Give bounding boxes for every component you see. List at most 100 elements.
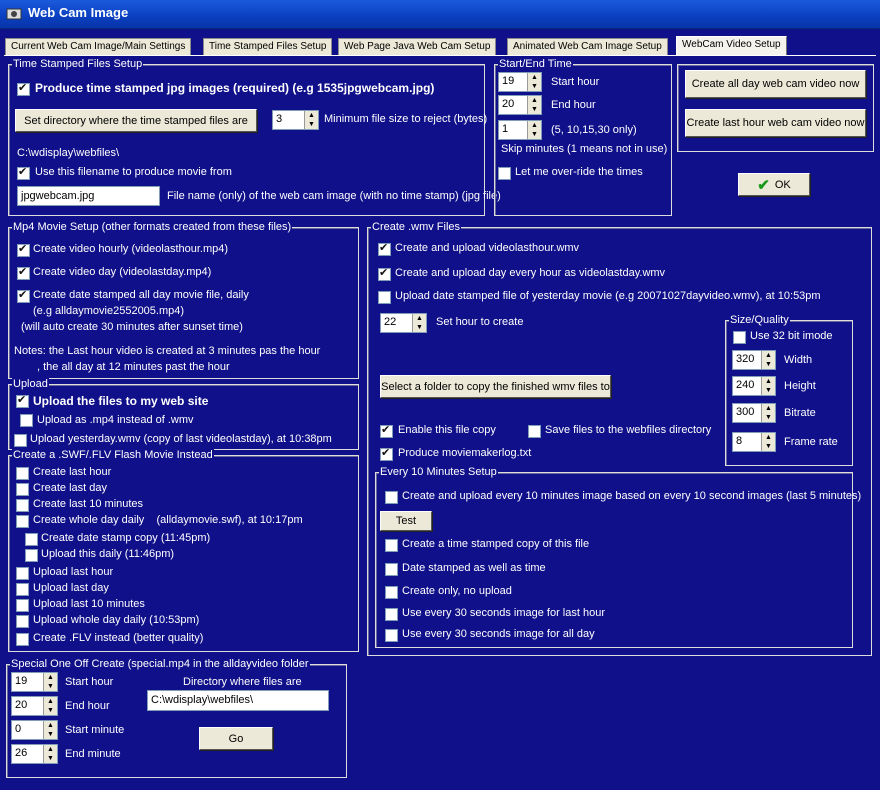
arrow-down-icon[interactable]: ▼ [528, 130, 541, 139]
wmv-yesterday-checkbox[interactable] [378, 291, 391, 304]
create-last-day-checkbox[interactable] [16, 483, 29, 496]
arrow-down-icon[interactable]: ▼ [762, 413, 775, 422]
upload-last-10-min-checkbox[interactable] [16, 599, 29, 612]
override-times-checkbox[interactable] [498, 167, 511, 180]
title-bar: Web Cam Image [0, 0, 880, 29]
upload-files-checkbox[interactable] [16, 393, 29, 408]
group-title: Create a .SWF/.FLV Flash Movie Instead [12, 449, 214, 461]
wmv-files-group: Create .wmv Files Create and upload vide… [367, 221, 872, 656]
create-date-stamp-copy-checkbox[interactable] [25, 533, 38, 546]
every-10-item-label: Create only, no upload [402, 585, 512, 597]
wmv-day-checkbox[interactable] [378, 266, 391, 281]
produce-stamped-checkbox[interactable] [17, 81, 30, 96]
width-label: Width [784, 354, 813, 366]
set-directory-button[interactable]: Set directory where the time stamped fil… [15, 109, 257, 132]
create-whole-day-checkbox[interactable] [16, 515, 29, 528]
arrow-down-icon[interactable]: ▼ [44, 706, 57, 715]
arrow-up-icon[interactable]: ▲ [44, 697, 57, 706]
use-32bit-checkbox[interactable] [733, 331, 746, 344]
arrow-up-icon[interactable]: ▲ [762, 377, 775, 386]
ok-button[interactable]: ✔ OK [738, 173, 810, 196]
create-last-hour-checkbox[interactable] [16, 467, 29, 480]
arrow-down-icon[interactable]: ▼ [762, 386, 775, 395]
arrow-up-icon[interactable]: ▲ [44, 745, 57, 754]
bitrate-stepper[interactable]: 300 ▲ ▼ [732, 403, 776, 423]
special-end-hour-stepper[interactable]: 20 ▲ ▼ [11, 696, 58, 716]
end-hour-stepper[interactable]: 20 ▲ ▼ [498, 95, 542, 115]
arrow-down-icon[interactable]: ▼ [762, 442, 775, 451]
arrow-down-icon[interactable]: ▼ [44, 754, 57, 763]
width-stepper[interactable]: 320 ▲ ▼ [732, 350, 776, 370]
create-last-10-min-checkbox[interactable] [16, 499, 29, 512]
arrow-down-icon[interactable]: ▼ [44, 730, 57, 739]
special-end-minute-stepper[interactable]: 26 ▲ ▼ [11, 744, 58, 764]
create-day-checkbox[interactable] [17, 265, 30, 280]
create-only-checkbox[interactable] [385, 586, 398, 599]
create-date-stamped-checkbox[interactable] [17, 288, 30, 303]
group-title: Time Stamped Files Setup [12, 58, 144, 70]
arrow-up-icon[interactable]: ▲ [528, 73, 541, 82]
arrow-down-icon[interactable]: ▼ [44, 682, 57, 691]
create-flv-checkbox[interactable] [16, 633, 29, 646]
window-title: Web Cam Image [28, 5, 129, 20]
directory-path: C:\wdisplay\webfiles\ [17, 147, 120, 159]
start-hour-stepper[interactable]: 19 ▲ ▼ [498, 72, 542, 92]
save-webfiles-checkbox[interactable] [528, 425, 541, 438]
height-stepper[interactable]: 240 ▲ ▼ [732, 376, 776, 396]
tab-java-webcam[interactable]: Web Page Java Web Cam Setup [338, 38, 497, 55]
tab-video-setup[interactable]: WebCam Video Setup [676, 36, 787, 56]
tab-time-stamped[interactable]: Time Stamped Files Setup [203, 38, 333, 55]
arrow-up-icon[interactable]: ▲ [44, 673, 57, 682]
arrow-down-icon[interactable]: ▼ [305, 120, 318, 129]
go-button[interactable]: Go [199, 727, 273, 750]
tab-main-settings[interactable]: Current Web Cam Image/Main Settings [5, 38, 192, 55]
use-filename-checkbox[interactable] [17, 165, 30, 180]
arrow-down-icon[interactable]: ▼ [528, 105, 541, 114]
arrow-up-icon[interactable]: ▲ [413, 314, 426, 323]
arrow-down-icon[interactable]: ▼ [762, 360, 775, 369]
special-start-hour-stepper[interactable]: 19 ▲ ▼ [11, 672, 58, 692]
special-one-off-group: Special One Off Create (special.mp4 in t… [6, 658, 347, 778]
upload-whole-day-checkbox[interactable] [16, 615, 29, 628]
swf-item-label: Upload this daily (11:46pm) [41, 548, 175, 560]
test-button[interactable]: Test [380, 511, 432, 531]
upload-this-daily-checkbox[interactable] [25, 549, 38, 562]
upload-last-day-checkbox[interactable] [16, 583, 29, 596]
time-stamped-copy-checkbox[interactable] [385, 539, 398, 552]
arrow-up-icon[interactable]: ▲ [305, 111, 318, 120]
create-last-hour-video-button[interactable]: Create last hour web cam video now [685, 109, 866, 137]
produce-moviemaker-log-checkbox[interactable] [380, 446, 393, 461]
special-start-hour-label: Start hour [65, 676, 114, 688]
set-hour-stepper[interactable]: 22 ▲ ▼ [380, 313, 427, 333]
arrow-up-icon[interactable]: ▲ [44, 721, 57, 730]
create-hourly-checkbox[interactable] [17, 242, 30, 257]
use-30s-all-day-checkbox[interactable] [385, 629, 398, 642]
enable-file-copy-checkbox[interactable] [380, 423, 393, 438]
select-copy-folder-button[interactable]: Select a folder to copy the finished wmv… [380, 375, 611, 398]
framerate-stepper[interactable]: 8 ▲ ▼ [732, 432, 776, 452]
special-end-minute-label: End minute [65, 748, 121, 760]
arrow-down-icon[interactable]: ▼ [413, 323, 426, 332]
tab-animated[interactable]: Animated Web Cam Image Setup [507, 38, 668, 55]
upload-yesterday-checkbox[interactable] [14, 434, 27, 447]
every-10-create-upload-checkbox[interactable] [385, 491, 398, 504]
arrow-up-icon[interactable]: ▲ [528, 121, 541, 130]
upload-last-hour-checkbox[interactable] [16, 567, 29, 580]
special-start-minute-stepper[interactable]: 0 ▲ ▼ [11, 720, 58, 740]
use-30s-last-hour-checkbox[interactable] [385, 608, 398, 621]
arrow-up-icon[interactable]: ▲ [762, 404, 775, 413]
skip-minutes-stepper[interactable]: 1 ▲ ▼ [498, 120, 542, 140]
arrow-down-icon[interactable]: ▼ [528, 82, 541, 91]
wmv-last-hour-checkbox[interactable] [378, 241, 391, 256]
special-directory-input[interactable]: C:\wdisplay\webfiles\ [147, 690, 329, 711]
date-stamped-checkbox[interactable] [385, 563, 398, 576]
time-stamped-group: Time Stamped Files Setup Produce time st… [8, 58, 501, 216]
min-size-stepper[interactable]: 3 ▲ ▼ [272, 110, 319, 130]
upload-as-mp4-checkbox[interactable] [20, 414, 33, 427]
filename-input[interactable]: jpgwebcam.jpg [17, 186, 160, 206]
create-all-day-video-button[interactable]: Create all day web cam video now [685, 70, 866, 98]
arrow-up-icon[interactable]: ▲ [528, 96, 541, 105]
arrow-up-icon[interactable]: ▲ [762, 351, 775, 360]
arrow-up-icon[interactable]: ▲ [762, 433, 775, 442]
checkmark-icon: ✔ [757, 176, 770, 194]
